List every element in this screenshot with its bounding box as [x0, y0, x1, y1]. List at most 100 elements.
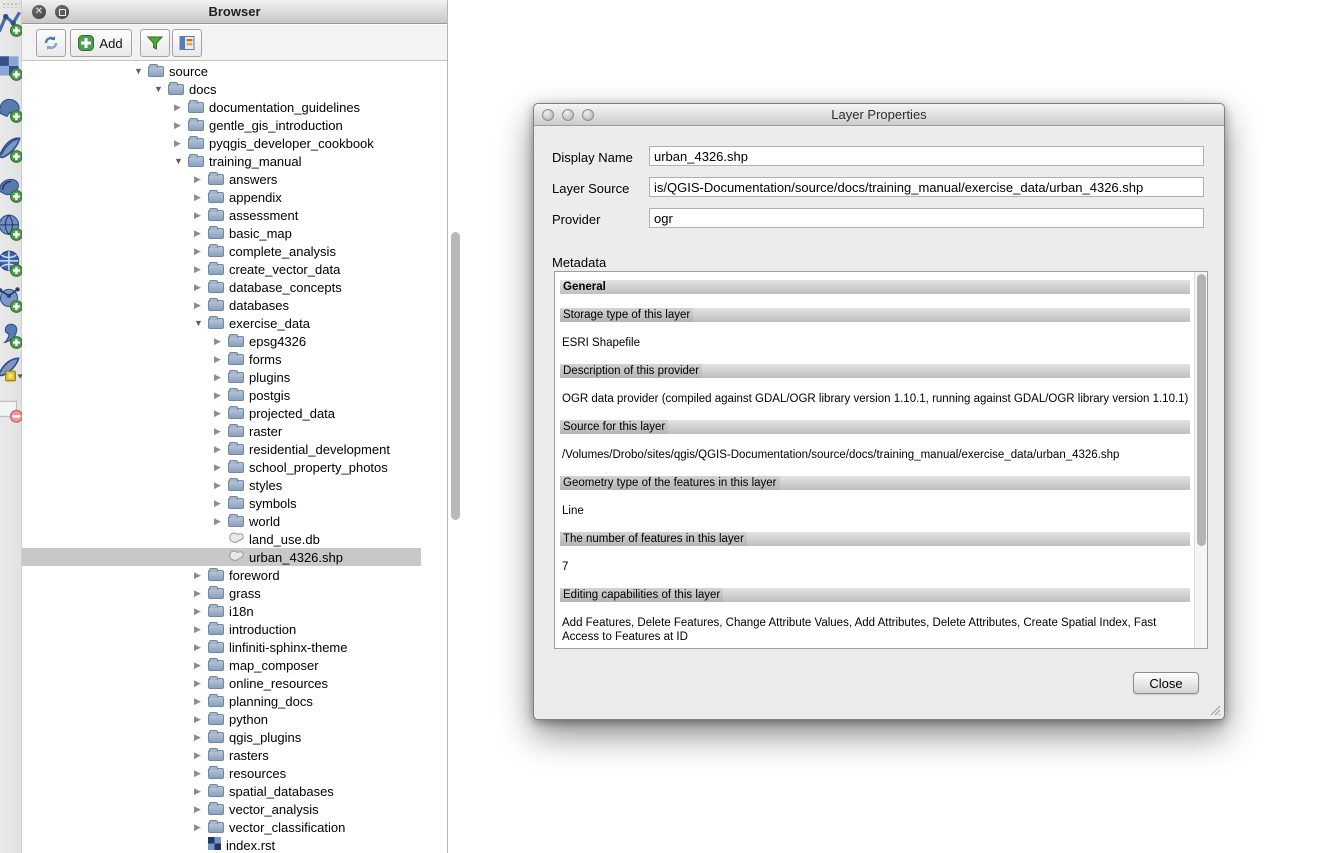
expand-arrow-icon[interactable]: ▶ — [174, 138, 188, 149]
tree-item-folder[interactable]: ▼exercise_data — [22, 314, 421, 332]
expand-arrow-icon[interactable]: ▶ — [214, 336, 228, 347]
tree-item-folder[interactable]: ▶answers — [22, 170, 421, 188]
expand-arrow-icon[interactable]: ▶ — [194, 786, 208, 797]
expand-arrow-icon[interactable]: ▶ — [194, 660, 208, 671]
expand-arrow-icon[interactable]: ▶ — [194, 282, 208, 293]
expand-arrow-icon[interactable]: ▶ — [194, 192, 208, 203]
expand-arrow-icon[interactable]: ▶ — [174, 120, 188, 131]
collapse-arrow-icon[interactable]: ▼ — [154, 84, 168, 94]
tree-scrollbar[interactable] — [451, 232, 460, 520]
tree-item-file[interactable]: land_use.db — [22, 530, 421, 548]
tree-item-folder[interactable]: ▶databases — [22, 296, 421, 314]
tree-item-folder[interactable]: ▶python — [22, 710, 421, 728]
tree-item-folder[interactable]: ▶world — [22, 512, 421, 530]
expand-arrow-icon[interactable]: ▶ — [194, 264, 208, 275]
expand-arrow-icon[interactable]: ▶ — [194, 750, 208, 761]
tree-item-folder[interactable]: ▼docs — [22, 80, 421, 98]
layer-source-input[interactable] — [649, 177, 1204, 197]
add-delimited-text-layer-icon[interactable] — [0, 320, 24, 350]
add-postgis-layer-icon[interactable] — [0, 94, 24, 124]
tree-item-folder[interactable]: ▶residential_development — [22, 440, 421, 458]
expand-arrow-icon[interactable]: ▶ — [214, 426, 228, 437]
add-wms-layer-icon[interactable] — [0, 212, 24, 242]
expand-arrow-icon[interactable]: ▶ — [194, 174, 208, 185]
tree-item-file[interactable]: index.rst — [22, 836, 421, 853]
tree-item-folder[interactable]: ▶create_vector_data — [22, 260, 421, 278]
tree-item-folder[interactable]: ▶grass — [22, 584, 421, 602]
tree-item-folder[interactable]: ▶spatial_databases — [22, 782, 421, 800]
expand-arrow-icon[interactable]: ▶ — [194, 822, 208, 833]
expand-arrow-icon[interactable]: ▶ — [214, 354, 228, 365]
expand-arrow-icon[interactable]: ▶ — [214, 372, 228, 383]
expand-arrow-icon[interactable]: ▶ — [194, 588, 208, 599]
collapse-arrow-icon[interactable]: ▼ — [134, 66, 148, 76]
collapse-arrow-icon[interactable]: ▼ — [194, 318, 208, 328]
properties-widget-button[interactable] — [172, 29, 202, 57]
collapse-arrow-icon[interactable]: ▼ — [174, 156, 188, 166]
tree-item-folder[interactable]: ▶foreword — [22, 566, 421, 584]
expand-arrow-icon[interactable]: ▶ — [194, 624, 208, 635]
tree-item-folder[interactable]: ▶qgis_plugins — [22, 728, 421, 746]
tree-item-folder[interactable]: ▶symbols — [22, 494, 421, 512]
expand-arrow-icon[interactable]: ▶ — [194, 732, 208, 743]
expand-arrow-icon[interactable]: ▶ — [214, 516, 228, 527]
add-mssql-layer-icon[interactable] — [0, 174, 24, 204]
provider-input[interactable] — [649, 208, 1204, 228]
tree-item-folder[interactable]: ▶basic_map — [22, 224, 421, 242]
tree-item-folder[interactable]: ▶school_property_photos — [22, 458, 421, 476]
expand-arrow-icon[interactable]: ▶ — [214, 444, 228, 455]
tree-item-folder[interactable]: ▶map_composer — [22, 656, 421, 674]
dialog-titlebar[interactable]: Layer Properties — [534, 104, 1224, 126]
tree-item-folder[interactable]: ▶vector_classification — [22, 818, 421, 836]
expand-arrow-icon[interactable]: ▶ — [194, 570, 208, 581]
add-button[interactable]: Add — [70, 29, 132, 57]
tree-item-folder[interactable]: ▶projected_data — [22, 404, 421, 422]
expand-arrow-icon[interactable]: ▶ — [214, 408, 228, 419]
expand-arrow-icon[interactable]: ▶ — [194, 246, 208, 257]
expand-arrow-icon[interactable]: ▶ — [194, 210, 208, 221]
add-raster-layer-icon[interactable] — [0, 52, 24, 82]
tree-item-folder[interactable]: ▶vector_analysis — [22, 800, 421, 818]
add-wcs-layer-icon[interactable] — [0, 248, 24, 278]
tree-item-folder[interactable]: ▶assessment — [22, 206, 421, 224]
expand-arrow-icon[interactable]: ▶ — [194, 678, 208, 689]
remove-layer-icon[interactable] — [0, 396, 24, 426]
expand-arrow-icon[interactable]: ▶ — [214, 498, 228, 509]
add-vector-layer-icon[interactable] — [0, 8, 24, 38]
tree-item-folder[interactable]: ▶styles — [22, 476, 421, 494]
new-shapefile-layer-icon[interactable]: ✳ — [0, 354, 24, 384]
tree-item-folder[interactable]: ▶documentation_guidelines — [22, 98, 421, 116]
tree-item-file[interactable]: urban_4326.shp — [22, 548, 421, 566]
tree-item-folder[interactable]: ▶i18n — [22, 602, 421, 620]
expand-arrow-icon[interactable]: ▶ — [194, 642, 208, 653]
tree-item-folder[interactable]: ▶rasters — [22, 746, 421, 764]
tree-item-folder[interactable]: ▶resources — [22, 764, 421, 782]
expand-arrow-icon[interactable]: ▶ — [194, 804, 208, 815]
tree-item-folder[interactable]: ▶linfiniti-sphinx-theme — [22, 638, 421, 656]
resize-grip-icon[interactable] — [1209, 704, 1221, 716]
tree-item-folder[interactable]: ▶forms — [22, 350, 421, 368]
add-spatialite-layer-icon[interactable] — [0, 134, 24, 164]
tree-item-folder[interactable]: ▼source — [22, 62, 421, 80]
expand-arrow-icon[interactable]: ▶ — [194, 228, 208, 239]
tree-item-folder[interactable]: ▶appendix — [22, 188, 421, 206]
tree-item-folder[interactable]: ▶plugins — [22, 368, 421, 386]
tree-item-folder[interactable]: ▶raster — [22, 422, 421, 440]
close-button[interactable]: Close — [1133, 672, 1199, 694]
expand-arrow-icon[interactable]: ▶ — [194, 714, 208, 725]
tree-item-folder[interactable]: ▶epsg4326 — [22, 332, 421, 350]
refresh-button[interactable] — [36, 29, 66, 57]
tree-item-folder[interactable]: ▶database_concepts — [22, 278, 421, 296]
tree-item-folder[interactable]: ▶complete_analysis — [22, 242, 421, 260]
tree-item-folder[interactable]: ▶planning_docs — [22, 692, 421, 710]
expand-arrow-icon[interactable]: ▶ — [214, 390, 228, 401]
expand-arrow-icon[interactable]: ▶ — [194, 300, 208, 311]
expand-arrow-icon[interactable]: ▶ — [214, 480, 228, 491]
expand-arrow-icon[interactable]: ▶ — [194, 606, 208, 617]
browser-panel-titlebar[interactable]: ✕ Browser — [22, 0, 447, 24]
tree-item-folder[interactable]: ▶postgis — [22, 386, 421, 404]
filter-button[interactable] — [140, 29, 170, 57]
tree-item-folder[interactable]: ▶online_resources — [22, 674, 421, 692]
tree-item-folder[interactable]: ▶gentle_gis_introduction — [22, 116, 421, 134]
expand-arrow-icon[interactable]: ▶ — [174, 102, 188, 113]
